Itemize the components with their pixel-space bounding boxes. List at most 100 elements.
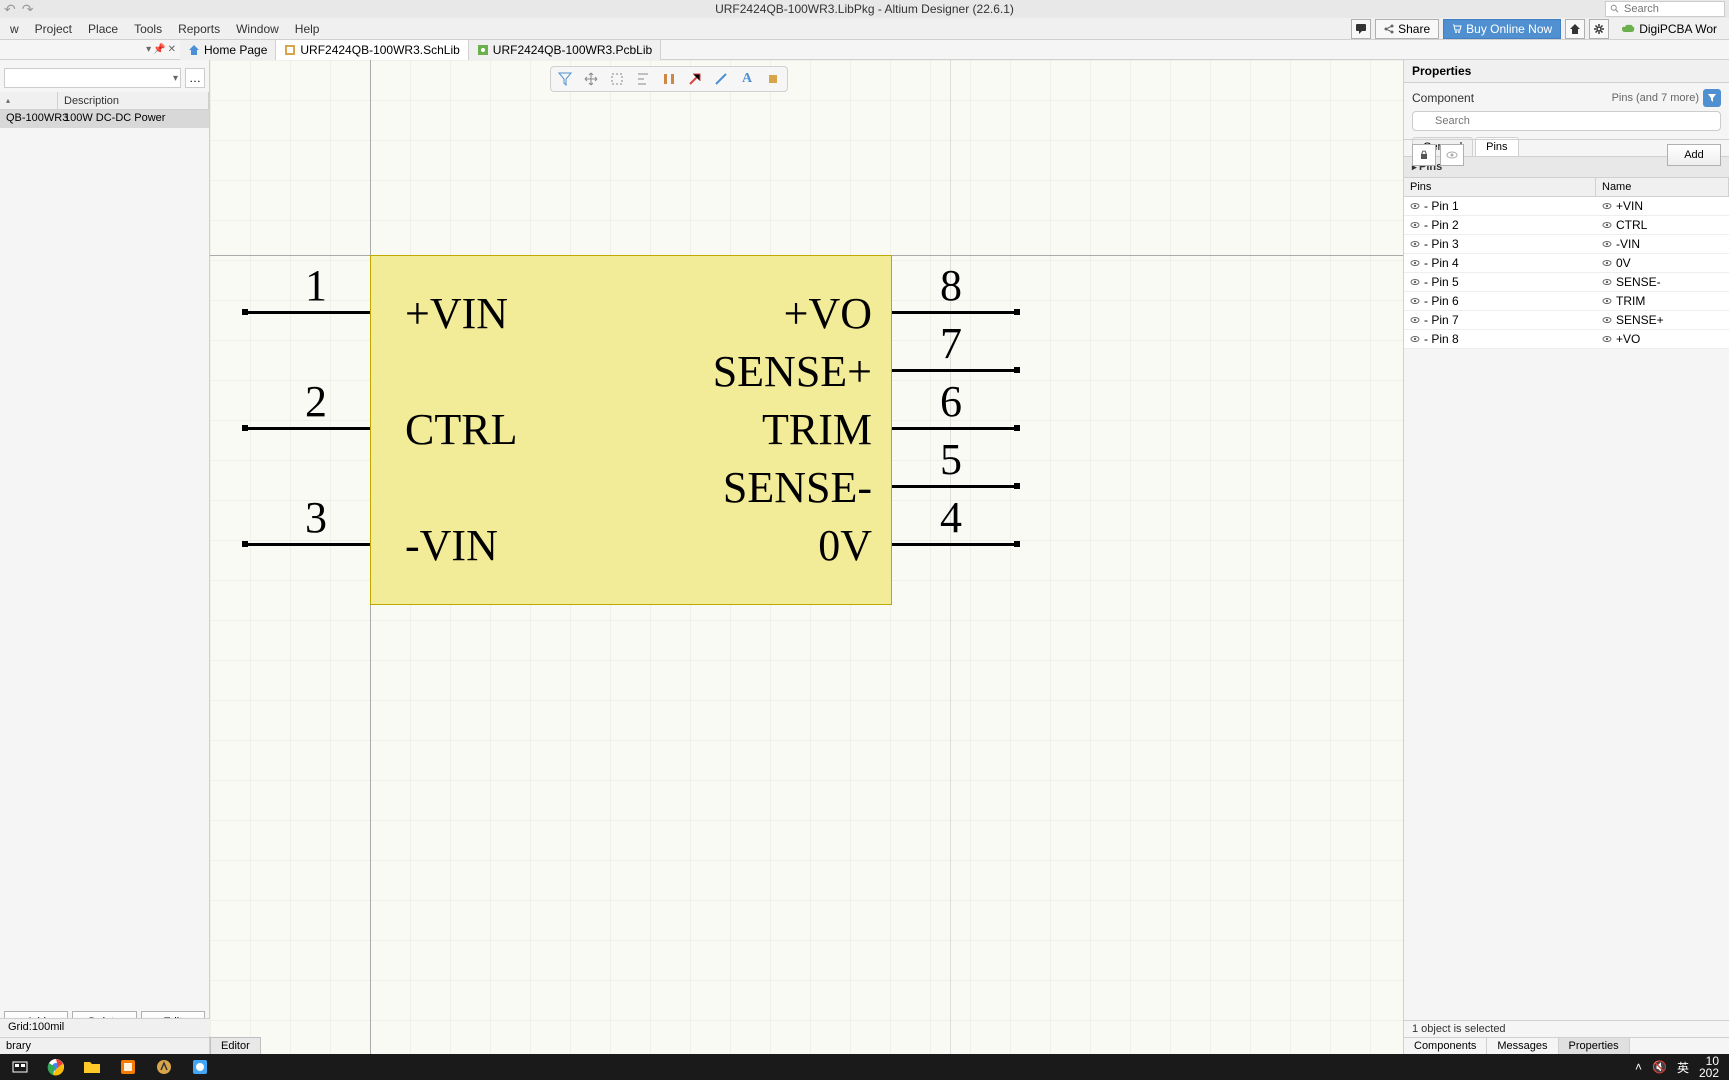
align-icon[interactable] — [635, 71, 651, 87]
menu-project[interactable]: Project — [27, 20, 80, 38]
col-description[interactable]: Description — [58, 92, 209, 109]
pins-more-label: Pins (and 7 more) — [1612, 92, 1699, 104]
lock-button[interactable] — [1412, 144, 1436, 166]
undo-icon[interactable]: ↶ — [4, 1, 16, 18]
filter-more-button[interactable]: … — [185, 68, 205, 88]
pin-7-endpoint[interactable] — [1014, 367, 1020, 373]
pin-1-name: +VIN — [405, 288, 508, 339]
eye-icon — [1602, 315, 1612, 325]
pin-grid: Pins Name - Pin 1 +VIN - Pin 2 CTRL - Pi… — [1404, 178, 1729, 349]
pin-1-line[interactable] — [245, 311, 370, 314]
taskbar-app[interactable] — [184, 1056, 216, 1078]
redo-icon[interactable]: ↷ — [22, 1, 34, 18]
pin-row[interactable]: - Pin 3 -VIN — [1404, 235, 1729, 254]
global-search-input[interactable] — [1624, 3, 1714, 15]
pin-1-endpoint[interactable] — [242, 309, 248, 315]
pin-row[interactable]: - Pin 1 +VIN — [1404, 197, 1729, 216]
component-filter-combo[interactable]: ▾ — [4, 68, 181, 88]
tab-schlib[interactable]: URF2424QB-100WR3.SchLib — [276, 40, 468, 60]
clear-icon[interactable] — [687, 71, 703, 87]
pin-3-line[interactable] — [245, 543, 370, 546]
object-filter-button[interactable] — [1703, 89, 1721, 107]
add-pin-button[interactable]: Add — [1667, 144, 1721, 166]
pin-3-endpoint[interactable] — [242, 541, 248, 547]
pin-4-endpoint[interactable] — [1014, 541, 1020, 547]
menu-help[interactable]: Help — [287, 20, 328, 38]
tab-home-page[interactable]: Home Page — [180, 40, 276, 60]
pin-row-name: +VO — [1596, 330, 1729, 348]
tray-ime[interactable]: 英 — [1677, 1059, 1689, 1076]
pin-row[interactable]: - Pin 5 SENSE- — [1404, 273, 1729, 292]
pin-2-line[interactable] — [245, 427, 370, 430]
pin-col-name[interactable]: Name — [1596, 178, 1729, 196]
pin-8-endpoint[interactable] — [1014, 309, 1020, 315]
taskbar-vmware[interactable] — [112, 1056, 144, 1078]
pin-row-name: TRIM — [1596, 292, 1729, 310]
editor-tab[interactable]: Editor — [210, 1037, 261, 1054]
pin-2-endpoint[interactable] — [242, 425, 248, 431]
pin-6-endpoint[interactable] — [1014, 425, 1020, 431]
tab-close-icon[interactable]: ✕ — [168, 44, 176, 55]
pin-2-name: CTRL — [405, 404, 517, 455]
taskbar-chrome[interactable] — [40, 1056, 72, 1078]
pin-row[interactable]: - Pin 2 CTRL — [1404, 216, 1729, 235]
tab-dropdown-icon[interactable]: ▾ — [146, 44, 151, 55]
pin-col-pins[interactable]: Pins — [1404, 178, 1596, 196]
select-icon[interactable] — [609, 71, 625, 87]
visibility-button[interactable] — [1440, 144, 1464, 166]
pin-row[interactable]: - Pin 7 SENSE+ — [1404, 311, 1729, 330]
component-tool-icon[interactable] — [765, 71, 781, 87]
pin-8-line[interactable] — [892, 311, 1017, 314]
tab-messages[interactable]: Messages — [1487, 1038, 1558, 1054]
menu-place[interactable]: Place — [80, 20, 126, 38]
tab-components[interactable]: Components — [1404, 1038, 1487, 1054]
taskbar-altium[interactable] — [148, 1056, 180, 1078]
text-tool-icon[interactable]: A — [739, 71, 755, 87]
tray-clock[interactable]: 10202 — [1699, 1055, 1719, 1079]
tray-volume-icon[interactable]: 🔇 — [1652, 1060, 1667, 1074]
tray-chevron-icon[interactable]: ˄ — [1635, 1060, 1642, 1074]
pin-5-endpoint[interactable] — [1014, 483, 1020, 489]
panel-title: Properties — [1404, 60, 1729, 83]
pin-6-line[interactable] — [892, 427, 1017, 430]
digipcba-label: DigiPCBA Wor — [1639, 22, 1717, 36]
tab-pin-icon[interactable]: 📌 — [153, 44, 165, 55]
schematic-canvas[interactable]: A 1 +VIN 2 CTRL 3 -VIN 8 +VO 7 — [210, 60, 1403, 1054]
move-icon[interactable] — [583, 71, 599, 87]
tab-controls: ▾ 📌 ✕ — [0, 40, 180, 60]
col-name[interactable]: ▴ — [0, 92, 58, 109]
taskbar-explorer[interactable] — [76, 1056, 108, 1078]
taskbar-start[interactable] — [4, 1056, 36, 1078]
property-search-input[interactable] — [1412, 111, 1721, 131]
comment-button[interactable] — [1351, 19, 1371, 39]
pin-5-line[interactable] — [892, 485, 1017, 488]
distribute-icon[interactable] — [661, 71, 677, 87]
line-tool-icon[interactable] — [713, 71, 729, 87]
digipcba-button[interactable]: DigiPCBA Wor — [1613, 19, 1725, 39]
settings-button[interactable] — [1589, 19, 1609, 39]
component-row[interactable]: QB-100WR3 100W DC-DC Power — [0, 110, 209, 128]
menu-reports[interactable]: Reports — [170, 20, 228, 38]
schlib-icon — [284, 44, 296, 56]
menu-tools[interactable]: Tools — [126, 20, 170, 38]
eye-icon — [1602, 201, 1612, 211]
tab-pcblib[interactable]: URF2424QB-100WR3.PcbLib — [469, 40, 661, 60]
menu-window[interactable]: Window — [228, 20, 287, 38]
buy-online-button[interactable]: Buy Online Now — [1443, 19, 1561, 39]
global-search[interactable] — [1605, 1, 1725, 17]
component-name-cell: QB-100WR3 — [0, 110, 58, 128]
share-button[interactable]: Share — [1375, 19, 1439, 39]
main-area: ▾ … ▴ Description QB-100WR3 100W DC-DC P… — [0, 60, 1729, 1054]
left-bottom-tab[interactable]: brary — [0, 1037, 209, 1054]
pin-row[interactable]: - Pin 6 TRIM — [1404, 292, 1729, 311]
menu-view[interactable]: w — [2, 20, 27, 38]
tab-properties[interactable]: Properties — [1559, 1038, 1630, 1054]
component-desc-cell: 100W DC-DC Power — [58, 110, 209, 128]
home-button[interactable] — [1565, 19, 1585, 39]
pin-4-line[interactable] — [892, 543, 1017, 546]
pin-7-line[interactable] — [892, 369, 1017, 372]
pin-row[interactable]: - Pin 4 0V — [1404, 254, 1729, 273]
filter-icon[interactable] — [557, 71, 573, 87]
pin-row[interactable]: - Pin 8 +VO — [1404, 330, 1729, 349]
pin-7-number: 7 — [940, 318, 962, 369]
